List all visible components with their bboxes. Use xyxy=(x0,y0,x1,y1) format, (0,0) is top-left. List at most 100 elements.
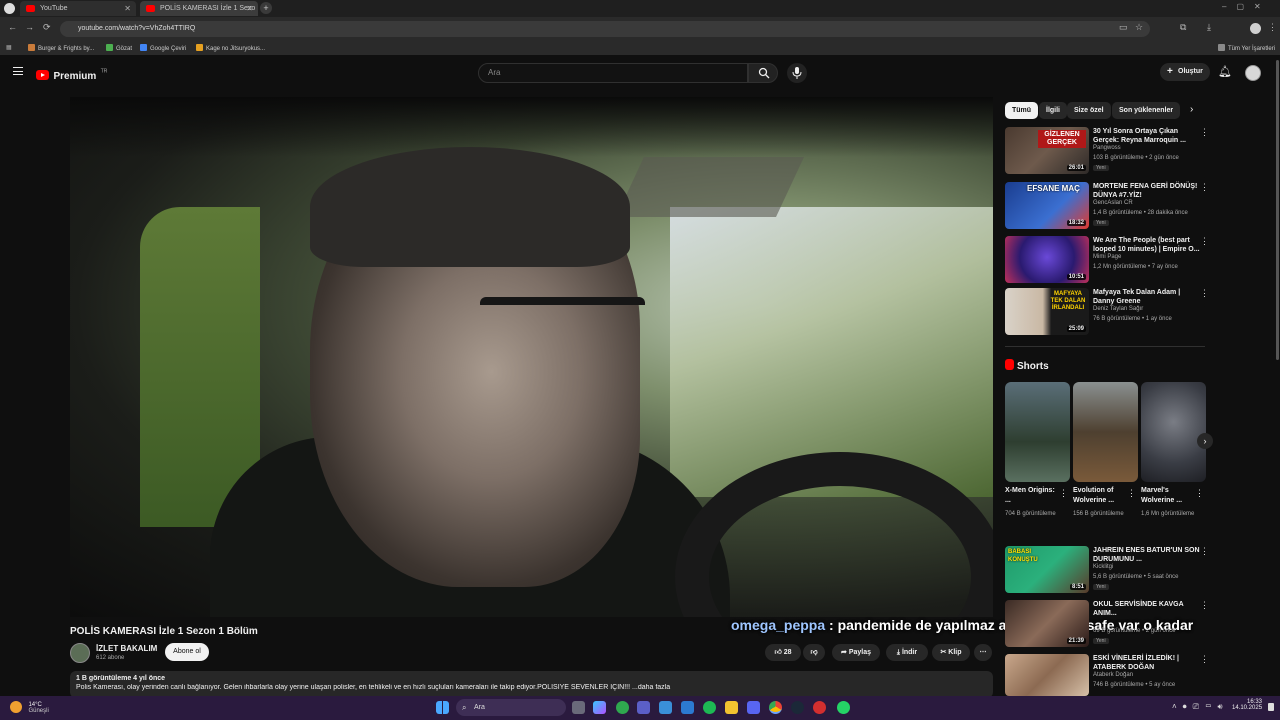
dislike-button[interactable]: 👎︎ xyxy=(803,644,825,661)
more-vertical-icon[interactable]: ⋮ xyxy=(1200,654,1209,665)
clock[interactable]: 16:33 14.10.2025 xyxy=(1232,699,1262,711)
account-avatar[interactable] xyxy=(1245,65,1261,81)
chip-related[interactable]: İlgili xyxy=(1039,102,1067,119)
video-title: 30 Yıl Sonra Ortaya Çıkan Gerçek: Reyna … xyxy=(1093,128,1186,144)
download-button[interactable]: ⤓ İndir xyxy=(886,644,928,661)
chip-for-you[interactable]: Size özel xyxy=(1067,102,1111,119)
microphone-icon xyxy=(792,67,802,79)
video-player[interactable] xyxy=(70,97,993,617)
apps-icon[interactable]: ▦ xyxy=(6,44,12,52)
short-thumbnail[interactable] xyxy=(1073,382,1138,482)
clock-date: 14.10.2025 xyxy=(1232,705,1263,711)
file-explorer-icon[interactable] xyxy=(725,701,738,714)
short-title[interactable]: Evolution of Wolverine ... xyxy=(1073,486,1128,506)
shorts-next-button[interactable]: › xyxy=(1197,433,1213,449)
reload-icon[interactable]: ⟳ xyxy=(43,22,51,33)
windows-start-icon[interactable] xyxy=(436,701,449,714)
back-icon[interactable]: ← xyxy=(8,22,17,32)
task-view-icon[interactable] xyxy=(572,701,585,714)
all-bookmarks[interactable]: Tüm Yer İşaretleri xyxy=(1218,44,1275,53)
search-icon xyxy=(758,67,770,79)
gallery-icon[interactable] xyxy=(681,701,694,714)
video-thumbnail xyxy=(1005,654,1089,696)
clip-button[interactable]: ✂ Klip xyxy=(932,644,970,661)
bookmark-item[interactable]: Google Çeviri xyxy=(140,44,186,53)
voice-search-button[interactable] xyxy=(787,63,807,83)
more-vertical-icon[interactable]: ⋮ xyxy=(1195,488,1204,499)
more-vertical-icon[interactable]: ⋮ xyxy=(1200,546,1209,557)
recommendation-item[interactable]: GİZLENEN GERÇEK 26:01 30 Yıl Sonra Ortay… xyxy=(1005,127,1210,175)
more-menu-icon[interactable]: ⋮ xyxy=(1268,22,1277,33)
more-vertical-icon[interactable]: ⋮ xyxy=(1200,288,1209,299)
channel-avatar[interactable] xyxy=(70,643,90,663)
close-tab-icon[interactable]: ✕ xyxy=(246,1,253,16)
share-button[interactable]: ➦ Paylaş xyxy=(832,644,880,661)
chrome-icon[interactable] xyxy=(769,701,782,714)
chevron-right-icon[interactable]: › xyxy=(1190,104,1193,115)
description-box[interactable]: 1 B görüntüleme 4 yıl önce Polis Kameras… xyxy=(70,671,993,698)
downloads-icon[interactable]: ⤓ xyxy=(1207,22,1211,33)
chip-recent[interactable]: Son yüklenenler xyxy=(1112,102,1181,119)
bookmark-item[interactable]: Burger & Frights by... xyxy=(28,44,94,53)
teams-icon[interactable] xyxy=(637,701,650,714)
system-tray[interactable]: ˄⏺⎚▭🔊︎ xyxy=(1172,702,1229,712)
more-vertical-icon[interactable]: ⋮ xyxy=(1127,488,1136,499)
short-thumbnail[interactable] xyxy=(1141,382,1206,482)
tab-youtube[interactable]: YouTube ✕ xyxy=(20,1,136,16)
photos-icon[interactable] xyxy=(659,701,672,714)
extensions-icon[interactable]: ⧉ xyxy=(1180,22,1186,33)
tab-video[interactable]: POLİS KAMERASI İzle 1 Sezo ✕ xyxy=(140,1,258,16)
chip-all[interactable]: Tümü xyxy=(1005,102,1039,119)
youtube-logo[interactable]: Premium TR xyxy=(36,66,107,82)
browser-menu-icon[interactable] xyxy=(4,3,15,14)
channel-name[interactable]: İZLET BAKALIM xyxy=(96,644,157,653)
copilot-icon[interactable] xyxy=(593,701,606,714)
like-button[interactable]: 👍︎ 28 xyxy=(765,644,801,661)
bookmark-item[interactable]: Kage no Jitsuryokus... xyxy=(196,44,265,53)
search-input[interactable]: Ara xyxy=(478,63,748,83)
notification-center-icon[interactable] xyxy=(1268,703,1274,711)
youtube-favicon-icon xyxy=(146,5,155,12)
whatsapp-icon[interactable] xyxy=(837,701,850,714)
weather-widget[interactable]: 14°C Güneşli xyxy=(10,699,49,717)
video-duration: 25:09 xyxy=(1066,326,1086,332)
taskbar-search[interactable]: ⌕ Ara xyxy=(456,699,566,716)
opera-icon[interactable] xyxy=(813,701,826,714)
xbox-icon[interactable] xyxy=(616,701,629,714)
profile-avatar[interactable] xyxy=(1250,23,1261,34)
views-and-date: 1 B görüntüleme 4 yıl önce xyxy=(76,675,166,682)
recommendation-item[interactable]: ESKİ VİNELERİ İZLEDİK! | ATABERK DOĞAN A… xyxy=(1005,654,1210,702)
search-button[interactable] xyxy=(748,63,778,83)
steam-icon[interactable] xyxy=(791,701,804,714)
window-controls[interactable]: –▢✕ xyxy=(1222,2,1271,11)
recommendation-item[interactable]: 21:39 OKUL SERVİSİNDE KAVGA ANIM... 69 B… xyxy=(1005,600,1210,648)
bookmark-item[interactable]: Gözat xyxy=(106,44,132,53)
bookmark-star-icon[interactable]: ☆ xyxy=(1135,22,1143,33)
discord-icon[interactable] xyxy=(747,701,760,714)
create-button[interactable]: + Oluştur xyxy=(1160,63,1210,81)
url-field[interactable]: youtube.com/watch?v=VhZoh4TTIRQ xyxy=(60,21,1150,37)
short-thumbnail[interactable] xyxy=(1005,382,1070,482)
recommendation-item[interactable]: MAFYAYA TEK DALAN İRLANDALI 25:09 Mafyay… xyxy=(1005,288,1210,336)
install-icon[interactable]: ▭ xyxy=(1119,22,1128,33)
hamburger-menu-icon[interactable] xyxy=(13,67,23,75)
recommendation-item[interactable]: BABASI KONUŞTU 8:51 JAHREIN ENES BATUR'U… xyxy=(1005,546,1210,594)
more-vertical-icon[interactable]: ⋮ xyxy=(1059,488,1068,499)
new-badge: Yeni xyxy=(1093,638,1109,644)
page-scrollbar[interactable] xyxy=(1276,60,1279,360)
short-title[interactable]: X-Men Origins: ... xyxy=(1005,486,1060,506)
more-vertical-icon[interactable]: ⋮ xyxy=(1200,600,1209,611)
more-vertical-icon[interactable]: ⋮ xyxy=(1200,236,1209,247)
recommendation-item[interactable]: EFSANE MAÇ 18:32 MORTENE FENA GERİ DÖNÜŞ… xyxy=(1005,182,1210,230)
spotify-icon[interactable] xyxy=(703,701,716,714)
close-tab-icon[interactable]: ✕ xyxy=(124,1,131,16)
recommendation-item[interactable]: 10:51 We Are The People (best part loope… xyxy=(1005,236,1210,284)
more-actions-button[interactable]: ⋯ xyxy=(974,644,992,661)
notifications-bell-icon[interactable]: 🔔︎ xyxy=(1218,65,1232,78)
more-vertical-icon[interactable]: ⋮ xyxy=(1200,127,1209,138)
subscribe-button[interactable]: Abone ol xyxy=(165,643,209,661)
short-title[interactable]: Marvel's Wolverine ... xyxy=(1141,486,1196,506)
more-vertical-icon[interactable]: ⋮ xyxy=(1200,182,1209,193)
forward-icon[interactable]: → xyxy=(25,22,34,32)
new-tab-button[interactable]: + xyxy=(260,2,272,14)
